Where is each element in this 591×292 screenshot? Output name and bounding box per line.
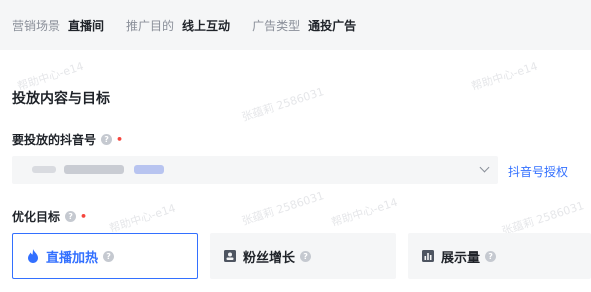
goal-option-impressions[interactable]: 展示量 ?	[408, 233, 591, 279]
meta-value: 线上互动	[182, 18, 231, 33]
watermark-text: 帮助中心-e14	[107, 201, 178, 236]
watermark-text: 张蕴莉 2586031	[240, 85, 326, 124]
meta-label: 广告类型	[252, 18, 301, 33]
watermark-text: 帮助中心-e14	[469, 59, 540, 94]
meta-ad-type: 广告类型 通投广告	[252, 17, 356, 34]
section-title: 投放内容与目标	[12, 91, 110, 107]
meta-promotion-goal: 推广目的 线上互动	[126, 17, 230, 34]
goal-option-live-heat[interactable]: 直播加热 ?	[12, 233, 198, 279]
option-label: 直播加热	[46, 250, 99, 266]
blurred-account-text	[32, 166, 56, 173]
flame-icon	[27, 249, 39, 263]
douyin-account-select[interactable]	[12, 156, 498, 184]
help-icon[interactable]: ?	[103, 250, 115, 262]
meta-label: 营销场景	[12, 18, 61, 33]
meta-value: 直播间	[68, 18, 105, 33]
required-mark: •	[80, 210, 88, 223]
chevron-down-icon[interactable]	[479, 162, 490, 173]
account-field-label: 要投放的抖音号 ? •	[12, 131, 123, 148]
douyin-auth-link[interactable]: 抖音号授权	[508, 163, 568, 180]
blurred-account-text	[64, 165, 124, 174]
meta-marketing-scene: 营销场景 直播间	[12, 17, 104, 34]
help-icon[interactable]: ?	[65, 211, 77, 222]
blurred-account-text	[134, 165, 164, 174]
required-mark: •	[116, 133, 124, 146]
field-label-text: 优化目标	[12, 210, 61, 224]
meta-value: 通投广告	[308, 18, 357, 33]
option-label: 粉丝增长	[243, 250, 296, 266]
help-icon[interactable]: ?	[485, 250, 497, 262]
watermark-text: 帮助中心-e14	[329, 195, 400, 230]
bar-chart-icon	[422, 250, 434, 262]
option-label: 展示量	[441, 250, 481, 266]
meta-label: 推广目的	[126, 18, 175, 33]
help-icon[interactable]: ?	[101, 134, 113, 145]
help-icon[interactable]: ?	[300, 250, 312, 262]
watermark-text: 张蕴莉 2586031	[240, 189, 326, 228]
person-card-icon	[224, 250, 236, 262]
campaign-summary-bar: 营销场景 直播间 推广目的 线上互动 广告类型 通投广告	[0, 0, 591, 50]
goal-field-label: 优化目标 ? •	[12, 208, 87, 225]
goal-option-fan-growth[interactable]: 粉丝增长 ?	[210, 233, 396, 279]
field-label-text: 要投放的抖音号	[12, 133, 97, 147]
